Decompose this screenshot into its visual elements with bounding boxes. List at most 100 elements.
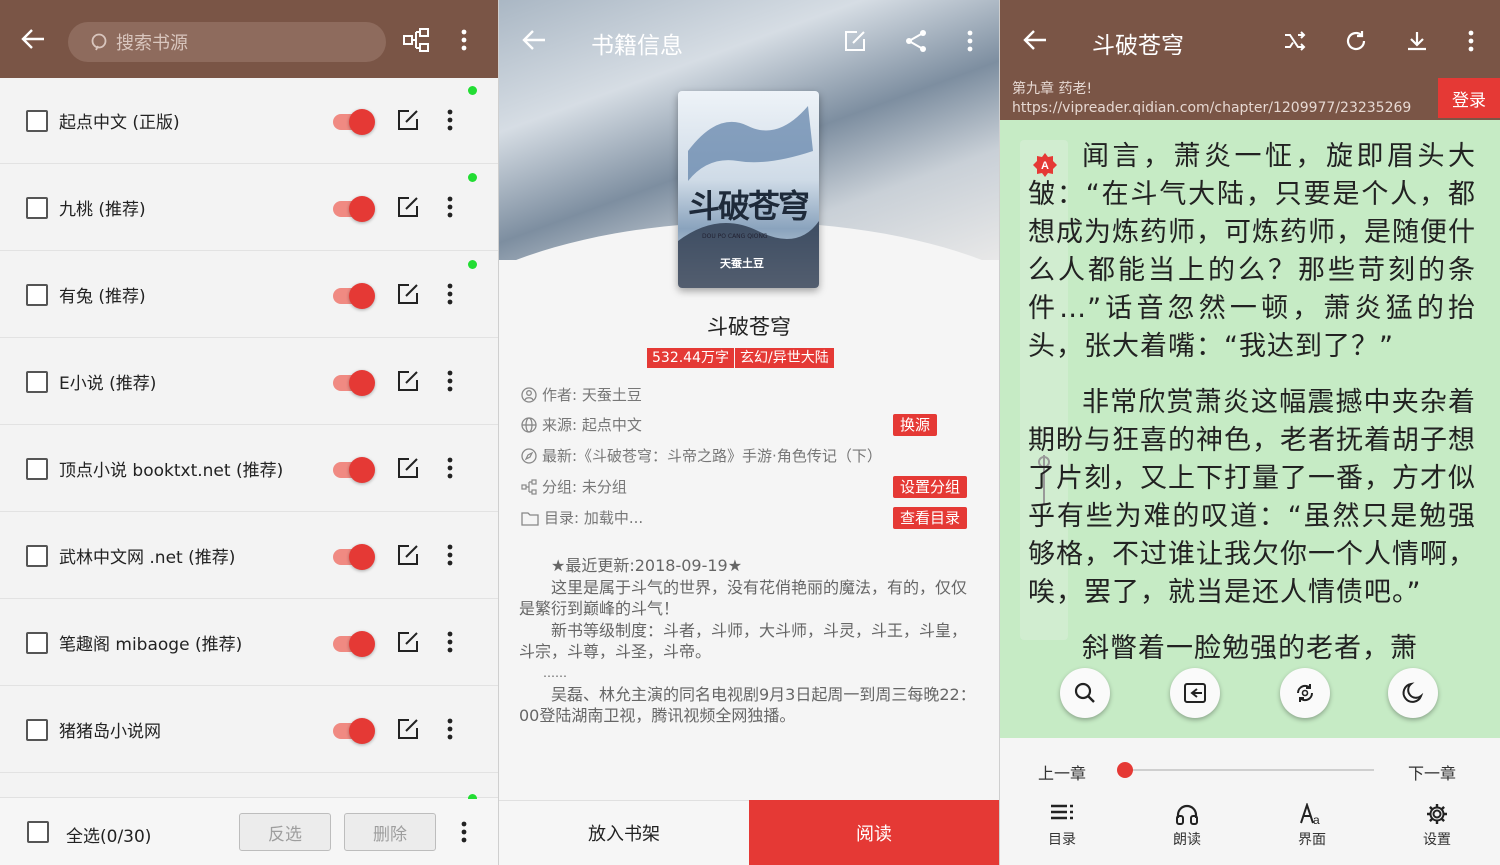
desc-line: …… (543, 665, 567, 680)
replace-fab[interactable] (1280, 668, 1330, 718)
group-icon[interactable] (403, 28, 429, 52)
source-row[interactable]: 有兔 (推荐) (0, 252, 498, 338)
edit-icon[interactable] (397, 283, 419, 309)
back-arrow-icon[interactable] (521, 28, 547, 52)
next-chapter-button[interactable]: 下一章 (1408, 760, 1456, 784)
source-row[interactable]: 武林中文网 .net (推荐) (0, 513, 498, 599)
footer-more-icon[interactable] (460, 820, 468, 844)
back-arrow-icon[interactable] (1022, 28, 1048, 52)
headphones-icon (1176, 804, 1198, 825)
delete-button[interactable]: 删除 (344, 813, 436, 851)
more-vert-icon[interactable] (966, 29, 974, 53)
group-text: 分组: 未分组 (542, 478, 627, 496)
tab-interface[interactable]: a 界面 (1272, 803, 1352, 849)
source-enable-toggle[interactable] (333, 457, 375, 483)
select-all-checkbox[interactable] (27, 821, 49, 843)
auto-page-fab[interactable] (1170, 668, 1220, 718)
moon-icon (1402, 682, 1424, 703)
font-icon: a (1300, 803, 1320, 825)
view-catalog-button[interactable]: 查看目录 (893, 507, 968, 529)
tab-label: 目录 (1048, 832, 1076, 848)
book-title: 斗破苍穹 (1092, 33, 1184, 59)
source-name: 笔趣阁 mibaoge (推荐) (59, 635, 243, 655)
edit-icon[interactable] (397, 457, 419, 483)
edit-icon[interactable] (397, 196, 419, 222)
night-mode-fab[interactable] (1388, 668, 1438, 718)
source-checkbox[interactable] (26, 719, 48, 741)
source-row[interactable]: E小说 (推荐) (0, 339, 498, 425)
chapter-info-bar: 第九章 药老! https://vipreader.qidian.com/cha… (1000, 78, 1500, 120)
source-checkbox[interactable] (26, 632, 48, 654)
prev-chapter-button[interactable]: 上一章 (1038, 760, 1086, 784)
more-vert-icon[interactable] (446, 195, 454, 223)
tab-label: 界面 (1298, 832, 1326, 848)
chapter-progress-thumb[interactable] (1117, 762, 1133, 778)
more-vert-icon[interactable] (446, 456, 454, 484)
source-row: 来源: 起点中文 (521, 414, 642, 435)
source-enable-toggle[interactable] (333, 631, 375, 657)
more-vert-icon[interactable] (446, 543, 454, 571)
edit-icon[interactable] (397, 544, 419, 570)
invert-selection-button[interactable]: 反选 (239, 813, 331, 851)
page-title: 书籍信息 (591, 33, 683, 59)
edit-icon[interactable] (843, 29, 867, 53)
search-input[interactable]: 搜索书源 (68, 22, 386, 62)
more-vert-icon[interactable] (1467, 29, 1475, 53)
shuffle-icon[interactable] (1283, 29, 1307, 53)
search-fab[interactable] (1060, 668, 1110, 718)
edit-icon[interactable] (397, 109, 419, 135)
book-info-footer: 放入书架 阅读 (499, 800, 999, 865)
source-enable-toggle[interactable] (333, 718, 375, 744)
back-arrow-icon[interactable] (20, 27, 46, 51)
book-info-panel: 书籍信息 斗破苍穹 DOU PO CANG QIONG 天蚕土豆 斗破苍穹 53… (499, 0, 999, 865)
source-row[interactable]: 九桃 (推荐) (0, 165, 498, 251)
chapter-progress-track[interactable] (1125, 769, 1374, 771)
source-enable-toggle[interactable] (333, 196, 375, 222)
source-checkbox[interactable] (26, 197, 48, 219)
more-vert-icon[interactable] (446, 630, 454, 658)
set-group-button[interactable]: 设置分组 (893, 476, 968, 498)
source-enable-toggle[interactable] (333, 109, 375, 135)
source-checkbox[interactable] (26, 110, 48, 132)
edit-icon[interactable] (397, 718, 419, 744)
desc-line: 吴磊、林允主演的同名电视剧9月3日起周一到周三每晚22：00登陆湖南卫视，腾讯视… (519, 684, 976, 726)
change-source-button[interactable]: 换源 (893, 414, 938, 436)
cover-title: 斗破苍穹 (688, 187, 810, 225)
source-checkbox[interactable] (26, 371, 48, 393)
add-to-shelf-button[interactable]: 放入书架 (499, 800, 749, 865)
author-row: 作者: 天蚕土豆 (521, 384, 642, 405)
more-vert-icon[interactable] (446, 108, 454, 136)
book-cover[interactable]: 斗破苍穹 DOU PO CANG QIONG 天蚕土豆 (678, 91, 819, 288)
more-vert-icon[interactable] (460, 28, 468, 52)
source-enable-toggle[interactable] (333, 370, 375, 396)
book-info-toolbar: 书籍信息 (499, 0, 999, 78)
more-vert-icon[interactable] (446, 282, 454, 310)
auto-page-icon (1184, 683, 1206, 703)
tab-catalog[interactable]: 目录 (1022, 803, 1102, 849)
source-row[interactable]: 起点中文 (正版) (0, 78, 498, 164)
tab-read-aloud[interactable]: 朗读 (1147, 803, 1227, 849)
source-checkbox[interactable] (26, 458, 48, 480)
tab-label: 朗读 (1173, 832, 1201, 848)
status-dot (468, 173, 477, 182)
paragraph: 斜瞥着一脸勉强的老者，萧 (1082, 633, 1418, 664)
share-icon[interactable] (904, 29, 928, 53)
more-vert-icon[interactable] (446, 369, 454, 397)
edit-icon[interactable] (397, 370, 419, 396)
edit-icon[interactable] (397, 631, 419, 657)
login-button[interactable]: 登录 (1438, 78, 1500, 118)
download-icon[interactable] (1405, 29, 1429, 53)
source-row[interactable]: 猪猪岛小说网 (0, 687, 498, 773)
more-vert-icon[interactable] (446, 717, 454, 745)
source-checkbox[interactable] (26, 545, 48, 567)
source-enable-toggle[interactable] (333, 283, 375, 309)
desc-line: 这里是属于斗气的世界，没有花俏艳丽的魔法，有的，仅仅是繁衍到巅峰的斗气！ (519, 577, 968, 619)
refresh-icon[interactable] (1344, 29, 1368, 53)
chapter-url[interactable]: https://vipreader.qidian.com/chapter/120… (1012, 99, 1500, 118)
source-checkbox[interactable] (26, 284, 48, 306)
read-button[interactable]: 阅读 (749, 800, 999, 865)
source-row[interactable]: 笔趣阁 mibaoge (推荐) (0, 600, 498, 686)
source-row[interactable]: 顶点小说 booktxt.net (推荐) (0, 426, 498, 512)
source-enable-toggle[interactable] (333, 544, 375, 570)
tab-settings[interactable]: 设置 (1397, 803, 1477, 849)
